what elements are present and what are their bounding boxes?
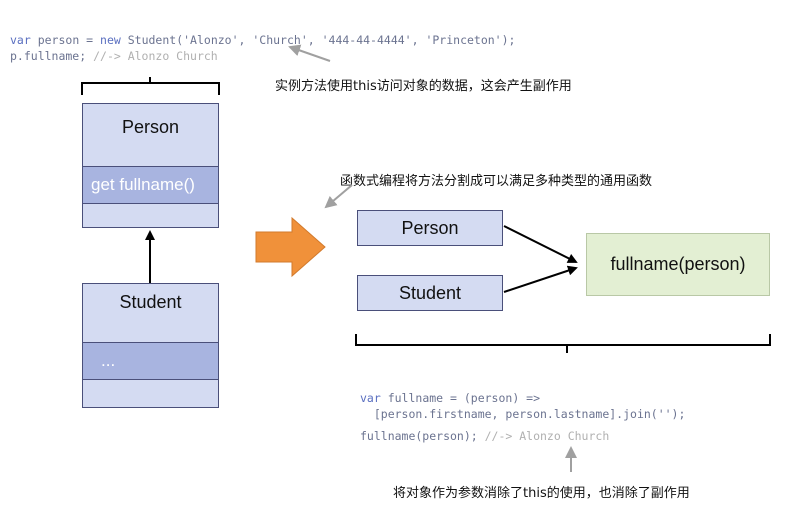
- pointer-arrow-top: [288, 44, 331, 62]
- top-brace: [81, 77, 220, 95]
- student-to-function-arrow: [503, 265, 578, 293]
- diagram-connectors: [81, 44, 771, 472]
- transform-arrow: [255, 216, 326, 278]
- bottom-brace: [355, 334, 771, 353]
- person-to-function-arrow: [503, 225, 578, 263]
- pointer-arrow-middle: [324, 184, 353, 209]
